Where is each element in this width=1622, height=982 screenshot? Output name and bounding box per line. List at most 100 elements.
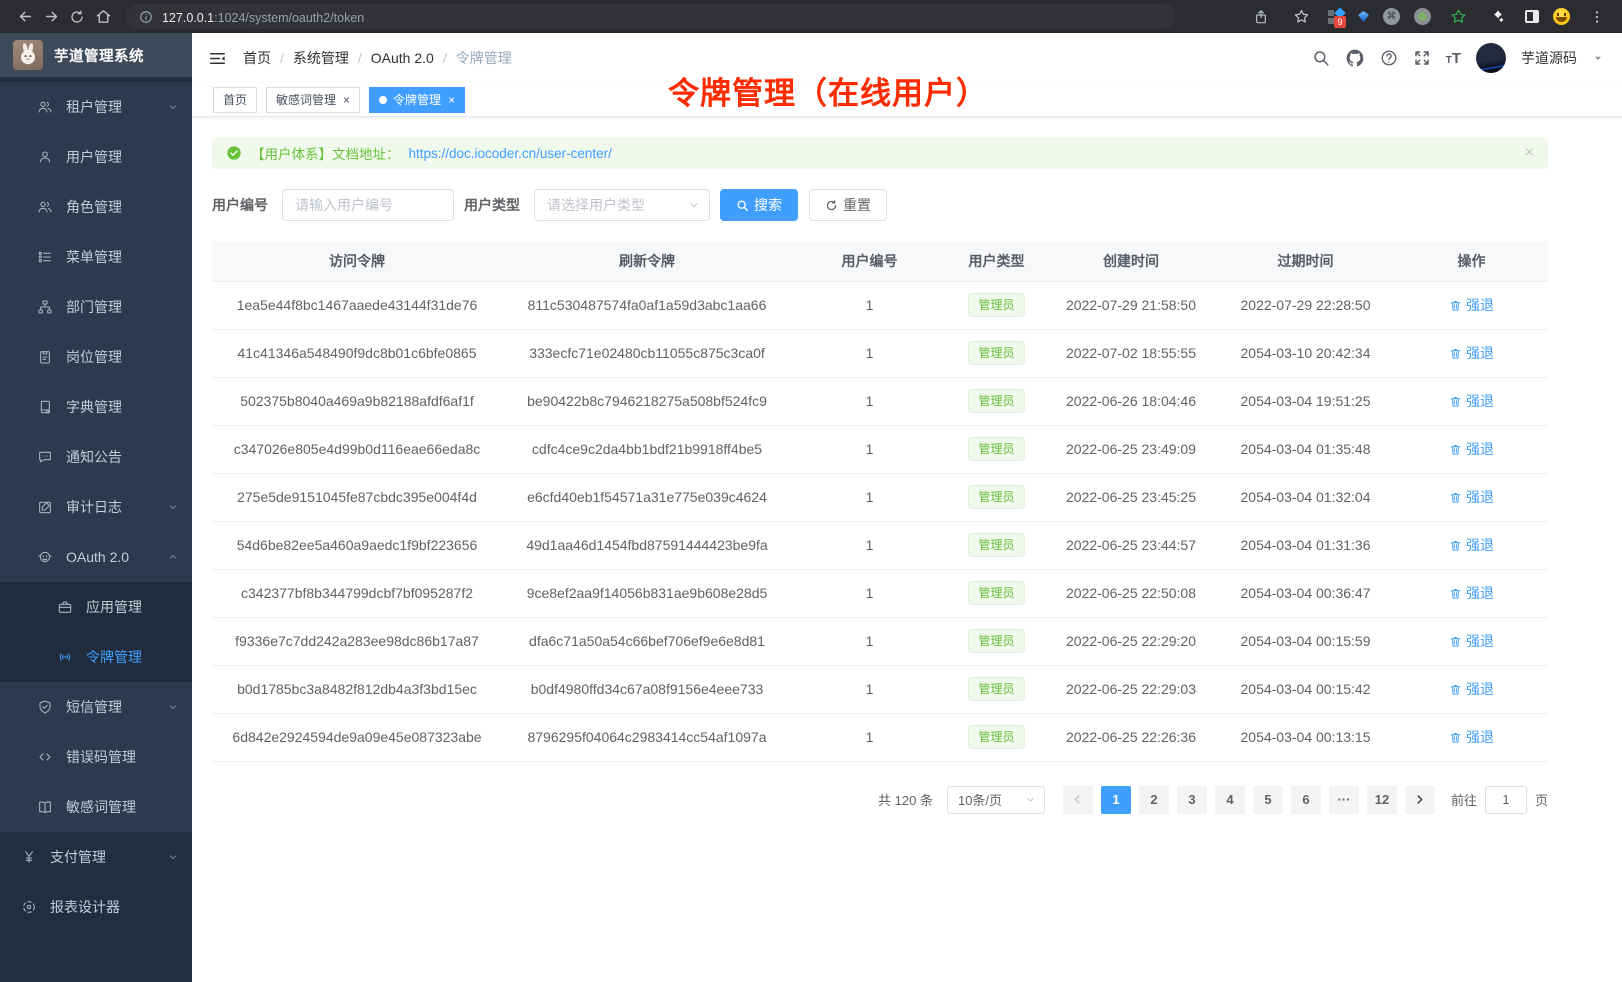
forward-icon[interactable]	[38, 4, 64, 30]
sidebar-item-oauth2[interactable]: OAuth 2.0	[0, 532, 192, 582]
user-type-cell: 管理员	[947, 713, 1046, 761]
force-logout-button[interactable]: 强退	[1449, 583, 1494, 603]
expire-time-cell: 2054-03-04 01:32:04	[1216, 473, 1395, 521]
share-icon[interactable]	[1248, 4, 1274, 30]
breadcrumb-item[interactable]: 首页	[243, 48, 271, 68]
force-logout-button[interactable]: 强退	[1449, 391, 1494, 411]
column-header: 过期时间	[1216, 241, 1395, 281]
prev-page-button[interactable]	[1063, 786, 1093, 814]
green-star-extension-icon[interactable]	[1445, 4, 1471, 30]
user-id-input[interactable]	[282, 189, 454, 221]
page-button[interactable]: 1	[1101, 786, 1131, 814]
help-icon[interactable]	[1380, 49, 1398, 67]
url-text: 127.0.0.1:1024/system/oauth2/token	[162, 9, 364, 25]
sidebar-item-user[interactable]: 用户管理	[0, 132, 192, 182]
created-time-cell: 2022-06-25 23:45:25	[1046, 473, 1216, 521]
column-header: 刷新令牌	[502, 241, 792, 281]
goto-page-input[interactable]	[1485, 786, 1527, 814]
github-icon[interactable]	[1345, 48, 1365, 68]
action-cell: 强退	[1395, 377, 1548, 425]
tab-sensitive-word[interactable]: 敏感词管理 ×	[266, 87, 360, 113]
sidebar-item-notice[interactable]: 通知公告	[0, 432, 192, 482]
close-icon[interactable]: ×	[1525, 145, 1534, 161]
reset-button[interactable]: 重置	[809, 189, 887, 221]
reload-icon[interactable]	[64, 4, 90, 30]
font-size-icon[interactable]: TT	[1446, 50, 1461, 67]
breadcrumb-separator: /	[280, 50, 284, 66]
breadcrumb-item[interactable]: 系统管理	[293, 48, 349, 68]
close-tab-icon[interactable]: ×	[343, 94, 350, 106]
page-button[interactable]: 12	[1367, 786, 1397, 814]
sidebar-item-menu[interactable]: 菜单管理	[0, 232, 192, 282]
fullscreen-icon[interactable]	[1413, 49, 1431, 67]
gem-extension-icon[interactable]	[1358, 11, 1369, 22]
user-type-select[interactable]: 请选择用户类型	[534, 189, 710, 221]
sidebar-item-report-designer[interactable]: 报表设计器	[0, 882, 192, 932]
sidebar-item-oauth2-application[interactable]: 应用管理	[0, 582, 192, 632]
page-button[interactable]: 5	[1253, 786, 1283, 814]
extension-grid-icon[interactable]: 9	[1328, 9, 1344, 25]
back-icon[interactable]	[12, 4, 38, 30]
force-logout-button[interactable]: 强退	[1449, 487, 1494, 507]
command-extension-icon[interactable]: ⌘	[1383, 8, 1400, 25]
table-row: c347026e805e4d99b0d116eae66eda8c cdfc4ce…	[212, 425, 1548, 473]
table-row: 6d842e2924594de9a09e45e087323abe 8796295…	[212, 713, 1548, 761]
sidebar: 芋道管理系统 租户管理 用户管理 角色管理 菜单管理 部门管理 岗位管理 字典管…	[0, 33, 192, 982]
sidebar-item-post[interactable]: 岗位管理	[0, 332, 192, 382]
sidebar-item-role[interactable]: 角色管理	[0, 182, 192, 232]
emoji-extension-icon[interactable]	[1553, 8, 1570, 25]
browser-menu-icon[interactable]	[1584, 4, 1610, 30]
sidebar-item-sensitive-word[interactable]: 敏感词管理	[0, 782, 192, 832]
user-type-badge: 管理员	[968, 629, 1024, 653]
alert-doc-link[interactable]: https://doc.iocoder.cn/user-center/	[409, 146, 612, 161]
force-logout-button[interactable]: 强退	[1449, 679, 1494, 699]
sidebar-item-dict[interactable]: 字典管理	[0, 382, 192, 432]
page-button[interactable]: 4	[1215, 786, 1245, 814]
sidebar-item-tenant[interactable]: 租户管理	[0, 82, 192, 132]
recorder-extension-icon[interactable]	[1414, 8, 1431, 25]
next-page-button[interactable]	[1405, 786, 1435, 814]
tab-oauth2-token[interactable]: 令牌管理 ×	[369, 87, 465, 113]
avatar[interactable]	[1476, 43, 1506, 73]
white-extension-icon[interactable]	[1485, 4, 1511, 30]
search-icon[interactable]	[1312, 49, 1330, 67]
app-logo[interactable]: 芋道管理系统	[0, 33, 192, 77]
hamburger-icon[interactable]	[192, 49, 243, 68]
force-logout-button[interactable]: 强退	[1449, 295, 1494, 315]
home-icon[interactable]	[90, 4, 116, 30]
expire-time-cell: 2054-03-04 01:31:36	[1216, 521, 1395, 569]
chevron-down-icon	[688, 199, 700, 211]
force-logout-button[interactable]: 强退	[1449, 631, 1494, 651]
page-size-select[interactable]: 10条/页	[947, 786, 1045, 814]
sidebar-item-oauth2-token[interactable]: 令牌管理	[0, 632, 192, 682]
sidebar-item-pay[interactable]: 支付管理	[0, 832, 192, 882]
breadcrumb-item[interactable]: OAuth 2.0	[371, 50, 434, 66]
site-info-icon[interactable]	[139, 10, 153, 24]
page-button[interactable]: 6	[1291, 786, 1321, 814]
table-row: 275e5de9151045fe87cbdc395e004f4d e6cfd40…	[212, 473, 1548, 521]
force-logout-button[interactable]: 强退	[1449, 535, 1494, 555]
search-button[interactable]: 搜索	[720, 189, 798, 221]
user-type-cell: 管理员	[947, 281, 1046, 329]
address-bar[interactable]: 127.0.0.1:1024/system/oauth2/token	[126, 4, 1176, 29]
force-logout-button[interactable]: 强退	[1449, 439, 1494, 459]
force-logout-button[interactable]: 强退	[1449, 727, 1494, 747]
side-panel-icon[interactable]	[1525, 10, 1539, 23]
force-logout-button[interactable]: 强退	[1449, 343, 1494, 363]
more-pages-icon[interactable]: ···	[1329, 786, 1359, 814]
page-button[interactable]: 2	[1139, 786, 1169, 814]
sidebar-item-sms[interactable]: 短信管理	[0, 682, 192, 732]
action-cell: 强退	[1395, 473, 1548, 521]
sidebar-item-error-code[interactable]: 错误码管理	[0, 732, 192, 782]
bookmark-star-icon[interactable]	[1288, 4, 1314, 30]
tab-home[interactable]: 首页	[213, 87, 257, 113]
access-token-cell: 275e5de9151045fe87cbdc395e004f4d	[212, 473, 502, 521]
chevron-down-icon[interactable]	[1592, 52, 1604, 64]
sidebar-item-audit-log[interactable]: 审计日志	[0, 482, 192, 532]
page-button[interactable]: 3	[1177, 786, 1207, 814]
action-cell: 强退	[1395, 665, 1548, 713]
user-name[interactable]: 芋道源码	[1521, 48, 1577, 68]
sidebar-item-dept[interactable]: 部门管理	[0, 282, 192, 332]
close-tab-icon[interactable]: ×	[448, 94, 455, 106]
refresh-token-cell: 811c530487574fa0af1a59d3abc1aa66	[502, 281, 792, 329]
